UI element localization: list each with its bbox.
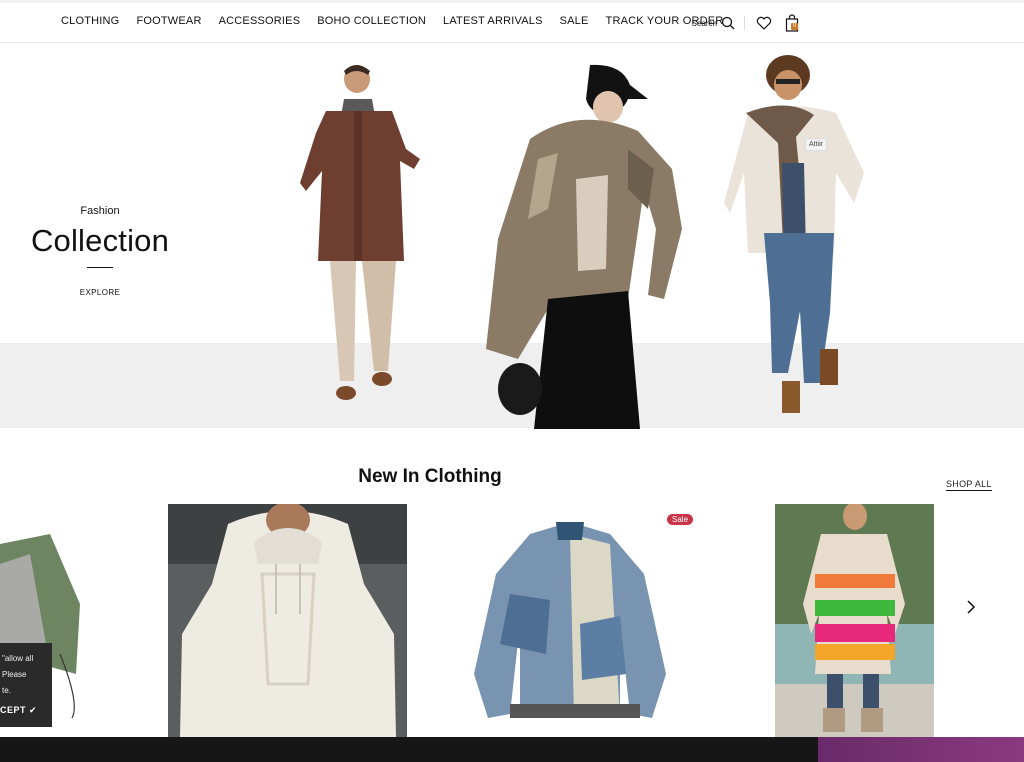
cookie-consent-popup: "allow all Please te. CEPT ✔ — [0, 643, 52, 727]
cart-count: 0 — [791, 23, 798, 30]
header-tools: Search 0 — [692, 11, 802, 35]
wishlist-button[interactable] — [754, 13, 774, 33]
cart-button[interactable]: 0 — [782, 13, 802, 33]
main-nav: CLOTHING FOOTWEAR ACCESSORIES BOHO COLLE… — [61, 15, 740, 27]
chevron-right-icon — [967, 600, 976, 614]
cookie-text-line-2: Please — [2, 670, 27, 679]
product-striped-sweater-image[interactable] — [775, 504, 934, 737]
search-icon — [721, 16, 735, 30]
model-brown-coat-image — [300, 65, 420, 400]
nav-boho-collection[interactable]: BOHO COLLECTION — [317, 15, 426, 27]
heart-icon — [756, 16, 772, 30]
explore-link[interactable]: EXPLORE — [80, 288, 121, 297]
nav-sale[interactable]: SALE — [560, 15, 589, 27]
model-scarf-image — [724, 55, 864, 413]
product-denim-jacket-image[interactable] — [470, 504, 670, 737]
site-header: CLOTHING FOOTWEAR ACCESSORIES BOHO COLLE… — [0, 3, 1024, 43]
cookie-text-line-3: te. — [2, 686, 11, 695]
hero-subtitle: Fashion — [80, 205, 120, 217]
shop-all-link[interactable]: SHOP ALL — [946, 479, 992, 491]
header-divider — [744, 16, 745, 30]
hero-divider — [87, 267, 113, 268]
model-fur-coat-image — [486, 64, 682, 429]
search-label: Search — [691, 18, 717, 28]
hero-title: Collection — [30, 223, 170, 258]
search-button[interactable]: Search — [692, 16, 735, 30]
cookie-accept-button[interactable]: CEPT ✔ — [0, 705, 37, 716]
product-hoodie-image[interactable] — [168, 504, 407, 737]
cookie-text-line-1: "allow all — [2, 654, 34, 663]
nav-latest-arrivals[interactable]: LATEST ARRIVALS — [443, 15, 543, 27]
carousel-next-button[interactable] — [962, 598, 980, 616]
hero-banner[interactable]: Fashion Collection EXPLORE Attiir — [0, 43, 1024, 429]
sale-badge: Sale — [667, 514, 694, 525]
bottom-bar-accent — [818, 737, 1024, 762]
brand-tag: Attiir — [805, 138, 827, 151]
nav-accessories[interactable]: ACCESSORIES — [219, 15, 301, 27]
nav-footwear[interactable]: FOOTWEAR — [136, 15, 201, 27]
section-title: New In Clothing — [358, 466, 502, 487]
nav-clothing[interactable]: CLOTHING — [61, 15, 119, 27]
hero-text: Fashion Collection EXPLORE — [30, 205, 170, 300]
